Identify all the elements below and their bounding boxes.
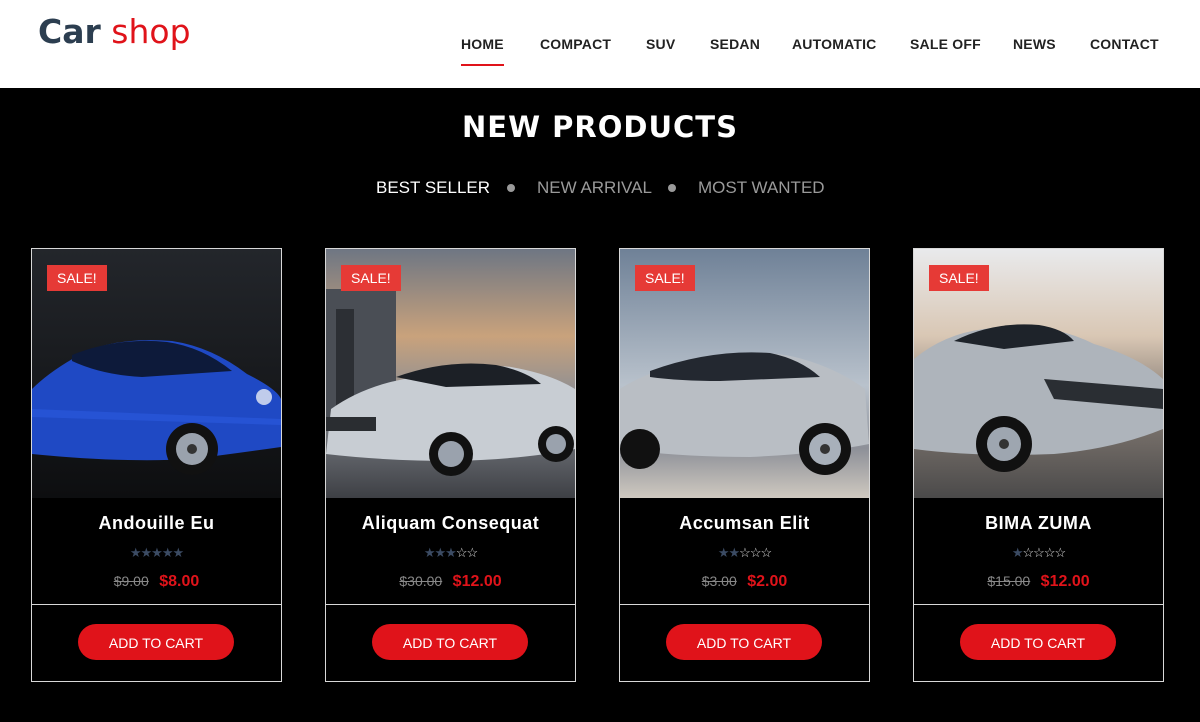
nav-link-sedan[interactable]: SEDAN [710, 36, 760, 52]
add-to-cart-button[interactable]: ADD TO CART [372, 624, 528, 660]
section-title: NEW PRODUCTS [462, 110, 738, 144]
price-block: $3.00 $2.00 [620, 573, 869, 591]
product-name[interactable]: BIMA ZUMA [914, 513, 1163, 534]
sale-price: $8.00 [159, 573, 200, 590]
nav-item-automatic[interactable]: AUTOMATIC [792, 36, 877, 76]
product-card: SALE! BIMA ZUMA ★☆☆☆☆ $15.00 $12.00 ADD … [913, 248, 1164, 682]
nav-item-contact[interactable]: CONTACT [1090, 36, 1159, 76]
nav-item-sedan[interactable]: SEDAN [710, 36, 760, 76]
rating-stars: ★★☆☆☆ [717, 545, 772, 560]
nav-link-sale-off[interactable]: SALE OFF [910, 36, 981, 52]
sale-badge: SALE! [341, 265, 401, 291]
card-divider [32, 604, 281, 605]
product-image[interactable]: SALE! [326, 249, 575, 498]
nav-item-suv[interactable]: SUV [646, 36, 675, 76]
product-image[interactable]: SALE! [32, 249, 281, 498]
product-card: SALE! Accumsan Elit ★★☆☆☆ $3.00 $2.00 AD… [619, 248, 870, 682]
rating-stars: ★★★★★ [129, 545, 184, 560]
product-image[interactable]: SALE! [620, 249, 869, 498]
product-card: SALE! Andouille Eu ★★★★★ $9.00 $8.00 ADD… [31, 248, 282, 682]
old-price: $9.00 [113, 573, 149, 589]
product-name[interactable]: Aliquam Consequat [326, 513, 575, 534]
price-block: $15.00 $12.00 [914, 573, 1163, 591]
add-to-cart-button[interactable]: ADD TO CART [666, 624, 822, 660]
product-image[interactable]: SALE! [914, 249, 1163, 498]
nav-link-compact[interactable]: COMPACT [540, 36, 611, 52]
sale-price: $12.00 [452, 573, 502, 590]
sale-price: $2.00 [747, 573, 788, 590]
nav-link-news[interactable]: NEWS [1013, 36, 1056, 52]
add-to-cart-button[interactable]: ADD TO CART [78, 624, 234, 660]
nav-item-compact[interactable]: COMPACT [540, 36, 611, 76]
rating-stars: ★☆☆☆☆ [1011, 545, 1066, 560]
product-name[interactable]: Andouille Eu [32, 513, 281, 534]
old-price: $3.00 [701, 573, 737, 589]
sale-badge: SALE! [47, 265, 107, 291]
tab-separator-dot [668, 184, 676, 192]
add-to-cart-button[interactable]: ADD TO CART [960, 624, 1116, 660]
site-header: Car shop HOME COMPACT SUV SEDAN AUTOMATI… [0, 0, 1200, 88]
tab-new-arrival[interactable]: NEW ARRIVAL [537, 178, 652, 198]
nav-item-home[interactable]: HOME [461, 36, 504, 76]
sale-badge: SALE! [929, 265, 989, 291]
nav-link-suv[interactable]: SUV [646, 36, 675, 52]
rating-stars: ★★★☆☆ [423, 545, 478, 560]
card-divider [914, 604, 1163, 605]
nav-item-news[interactable]: NEWS [1013, 36, 1056, 76]
tab-best-seller[interactable]: BEST SELLER [376, 178, 490, 198]
price-block: $30.00 $12.00 [326, 573, 575, 591]
site-logo[interactable]: Car shop [38, 12, 191, 52]
card-divider [620, 604, 869, 605]
product-name[interactable]: Accumsan Elit [620, 513, 869, 534]
nav-link-contact[interactable]: CONTACT [1090, 36, 1159, 52]
logo-text-car: Car [38, 12, 101, 51]
old-price: $15.00 [987, 573, 1031, 589]
tab-separator-dot [507, 184, 515, 192]
logo-text-shop: shop [111, 12, 191, 51]
nav-link-home[interactable]: HOME [461, 36, 504, 66]
card-divider [326, 604, 575, 605]
sale-price: $12.00 [1040, 573, 1090, 590]
price-block: $9.00 $8.00 [32, 573, 281, 591]
products-section: NEW PRODUCTS BEST SELLER NEW ARRIVAL MOS… [0, 88, 1200, 722]
nav-link-automatic[interactable]: AUTOMATIC [792, 36, 877, 52]
old-price: $30.00 [399, 573, 443, 589]
sale-badge: SALE! [635, 265, 695, 291]
nav-item-sale-off[interactable]: SALE OFF [910, 36, 981, 76]
product-card: SALE! Aliquam Consequat ★★★☆☆ $30.00 $12… [325, 248, 576, 682]
tab-most-wanted[interactable]: MOST WANTED [698, 178, 825, 198]
